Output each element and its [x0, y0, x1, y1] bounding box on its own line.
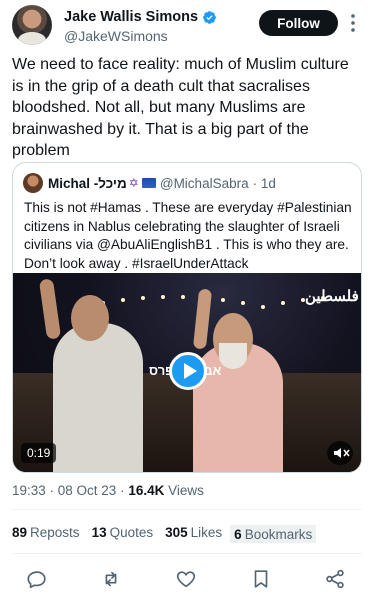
bookmarks-stat[interactable]: 6 Bookmarks	[230, 525, 317, 543]
beard	[219, 343, 247, 369]
bookmarks-count: 6	[234, 526, 242, 542]
mute-icon[interactable]	[327, 441, 353, 465]
author-display-name[interactable]: Jake Wallis Simons	[64, 8, 198, 26]
reposts-count: 89	[12, 525, 28, 540]
quotes-stat[interactable]: 13 Quotes	[92, 525, 154, 543]
heart-icon	[176, 571, 196, 588]
quoted-tweet-text: This is not #Hamas . These are everyday …	[24, 200, 352, 271]
views-label: Views	[164, 483, 204, 498]
author-handle[interactable]: @JakeWSimons	[64, 27, 217, 45]
repost-button[interactable]	[100, 568, 122, 590]
star-of-david-icon: ✡	[128, 176, 139, 190]
raised-arm	[38, 278, 62, 340]
reposts-label: Reposts	[30, 525, 80, 540]
quotes-label: Quotes	[109, 525, 154, 540]
tweet-header: Jake Wallis Simons @JakeWSimons Follow	[0, 0, 374, 52]
channel-logo: فلسطين	[305, 288, 359, 305]
likes-stat[interactable]: 305 Likes	[165, 525, 222, 543]
quoted-tweet[interactable]: Michal -מיכל ✡ @MichalSabra · 1d This is…	[12, 162, 362, 473]
bookmark-icon	[254, 570, 268, 588]
play-icon[interactable]	[169, 352, 207, 390]
repost-icon	[105, 571, 117, 587]
verified-badge-icon	[203, 10, 216, 24]
quoted-author-avatar	[23, 173, 43, 193]
author-info: Jake Wallis Simons @JakeWSimons	[64, 8, 217, 45]
person-left-head	[71, 295, 109, 341]
divider	[12, 553, 362, 554]
video-player[interactable]: فلسطين אבו עלי פרס 0:19	[13, 273, 361, 472]
quoted-author-name: Michal -מיכל	[48, 175, 127, 191]
reply-button[interactable]	[26, 568, 48, 590]
quotes-count: 13	[91, 525, 107, 540]
flag-icon	[141, 178, 156, 188]
divider	[12, 509, 362, 510]
quoted-tweet-header: Michal -מיכל ✡ @MichalSabra · 1d	[23, 173, 276, 193]
follow-button[interactable]: Follow	[259, 10, 338, 36]
likes-count: 305	[165, 525, 188, 540]
person-left	[53, 323, 143, 472]
bookmarks-label: Bookmarks	[244, 526, 313, 542]
quoted-tweet-age: · 1d	[252, 175, 276, 191]
quoted-author-handle: @MichalSabra	[159, 175, 249, 191]
video-duration: 0:19	[21, 443, 57, 463]
reply-icon	[27, 571, 46, 589]
views-count: 16.4K	[128, 483, 165, 498]
bookmark-button[interactable]	[250, 568, 272, 590]
tweet-time[interactable]: 19:33 · 08 Oct 23 ·	[12, 483, 128, 498]
reposts-stat[interactable]: 89 Reposts	[12, 525, 80, 543]
tweet-timestamp[interactable]: 19:33 · 08 Oct 23 · 16.4K Views	[12, 483, 204, 498]
likes-label: Likes	[190, 525, 223, 540]
share-icon	[326, 569, 344, 589]
tweet-stats: 89 Reposts 13 Quotes 305 Likes 6 Bookmarks	[12, 525, 317, 543]
more-icon[interactable]	[346, 12, 360, 34]
author-avatar[interactable]	[12, 5, 52, 45]
share-button[interactable]	[324, 568, 346, 590]
action-bar	[0, 566, 374, 592]
tweet-text: We need to face reality: much of Muslim …	[12, 56, 349, 159]
author-name-row[interactable]: Jake Wallis Simons	[64, 8, 217, 26]
like-button[interactable]	[175, 568, 197, 590]
